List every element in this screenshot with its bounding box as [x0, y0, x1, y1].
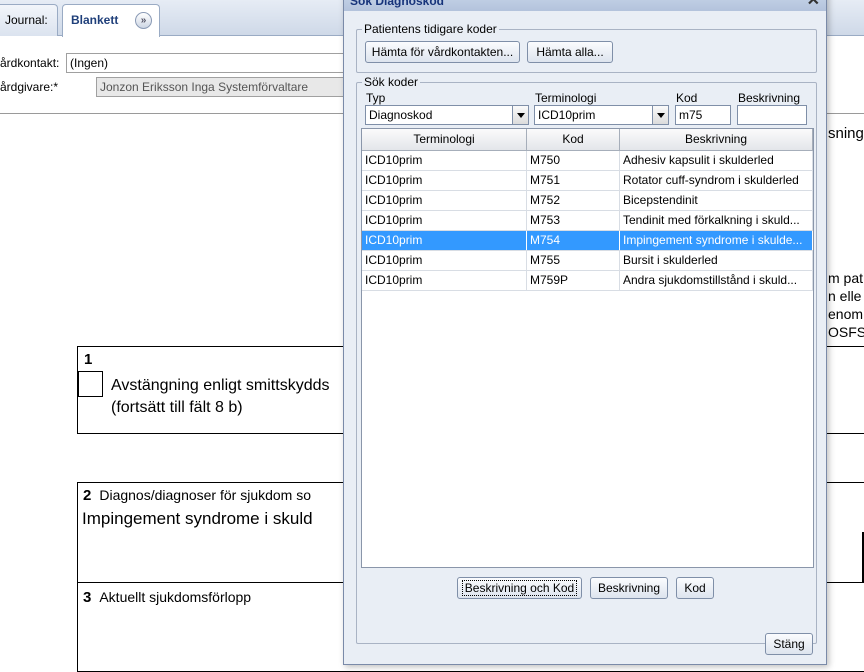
table-row[interactable]: ICD10prim M752 Bicepstendinit [362, 191, 813, 211]
cell-beskrivning: Adhesiv kapsulit i skulderled [620, 151, 813, 170]
vardkontakt-field[interactable]: (Ingen) [66, 53, 366, 73]
right-text-fragment: m pat [828, 270, 864, 286]
section-number: 1 [84, 351, 93, 368]
close-icon[interactable]: ✕ [807, 0, 820, 9]
vardgivare-field: Jonzon Eriksson Inga Systemförvaltare [96, 77, 356, 97]
column-header-terminologi[interactable]: Terminologi [362, 129, 527, 150]
table-row[interactable]: ICD10prim M754 Impingement syndrome i skul… [362, 231, 813, 251]
hamta-alla-button[interactable]: Hämta alla... [527, 41, 613, 63]
cell-terminologi: ICD10prim [362, 231, 527, 250]
tab-blankett[interactable]: Blankett » [62, 4, 160, 37]
kod-button[interactable]: Kod [676, 577, 714, 599]
cell-beskrivning: Bursit i skulderled [620, 251, 813, 270]
cell-terminologi: ICD10prim [362, 211, 527, 230]
cell-terminologi: ICD10prim [362, 151, 527, 170]
section-1-line1: Avstängning enligt smittskydds [111, 377, 330, 394]
group-legend: Sök koder [362, 75, 421, 89]
right-text-fragment: enom [828, 306, 864, 322]
section-number: 3 [83, 589, 92, 606]
table-row[interactable]: ICD10prim M751 Rotator cuff-syndrom i skul… [362, 171, 813, 191]
typ-select[interactable]: Diagnoskod [365, 105, 529, 125]
cell-kod: M754 [527, 231, 620, 250]
cell-terminologi: ICD10prim [362, 171, 527, 190]
cell-kod: M755 [527, 251, 620, 270]
cell-terminologi: ICD10prim [362, 271, 527, 290]
sok-diagnoskod-dialog: Sök Diagnoskod ✕ Patientens tidigare kod… [343, 0, 827, 665]
table-row[interactable]: ICD10prim M755 Bursit i skulderled [362, 251, 813, 271]
avstangning-checkbox[interactable] [78, 371, 103, 397]
cell-terminologi: ICD10prim [362, 191, 527, 210]
table-row[interactable]: ICD10prim M759P Andra sjukdomstillstånd i … [362, 271, 813, 291]
cell-beskrivning: Tendinit med förkalkning i skuld... [620, 211, 813, 230]
cell-beskrivning: Bicepstendinit [620, 191, 813, 210]
double-chevron-icon[interactable]: » [135, 12, 152, 29]
right-text-fragment: n elle [828, 288, 862, 304]
chevron-down-icon[interactable] [652, 106, 668, 124]
vardgivare-label: årdgivare:* [0, 80, 59, 94]
tab-blankett-label: Blankett [71, 13, 119, 27]
group-legend: Patientens tidigare koder [362, 22, 499, 36]
table-row[interactable]: ICD10prim M753 Tendinit med förkalkning i … [362, 211, 813, 231]
grid-header: Terminologi Kod Beskrivning [362, 129, 813, 151]
typ-select-value: Diagnoskod [369, 108, 433, 122]
chevron-down-icon[interactable] [512, 106, 528, 124]
cell-kod: M750 [527, 151, 620, 170]
tab-journal[interactable]: Journal: [0, 4, 58, 36]
beskrivning-button[interactable]: Beskrivning [590, 577, 668, 599]
dialog-title-bar: Sök Diagnoskod ✕ [344, 0, 826, 11]
column-header-beskrivning[interactable]: Beskrivning [620, 129, 813, 150]
section-1-text: Avstängning enligt smittskydds (fortsätt… [111, 375, 329, 419]
vardkontakt-label: årdkontakt: [0, 56, 60, 70]
terminologi-label: Terminologi [535, 91, 597, 105]
cell-beskrivning: Rotator cuff-syndrom i skulderled [620, 171, 813, 190]
stang-button[interactable]: Stäng [765, 633, 813, 655]
section-3-label: Aktuellt sjukdomsförlopp [99, 589, 252, 605]
cell-kod: M751 [527, 171, 620, 190]
right-text-fragment: OSFS [828, 324, 864, 340]
beskrivning-och-kod-button[interactable]: Beskrivning och Kod [457, 577, 582, 599]
cell-kod: M753 [527, 211, 620, 230]
section-1-line2: (fortsätt till fält 8 b) [111, 399, 243, 416]
cell-kod: M752 [527, 191, 620, 210]
kod-input[interactable]: m75 [675, 105, 731, 125]
cell-kod: M759P [527, 271, 620, 290]
table-row[interactable]: ICD10prim M750 Adhesiv kapsulit i skulderl… [362, 151, 813, 171]
kod-label: Kod [676, 91, 698, 105]
section-3-heading: 3 Aktuellt sjukdomsförlopp [83, 589, 251, 606]
beskrivning-label: Beskrivning [738, 91, 801, 105]
sok-koder-group: Sök koder Typ Diagnoskod Terminologi ICD… [356, 75, 817, 644]
cell-beskrivning: Impingement syndrome i skulde... [620, 231, 813, 250]
section-number: 2 [83, 487, 92, 504]
hamta-vardkontakt-button[interactable]: Hämta för vårdkontakten... [365, 41, 520, 63]
cell-beskrivning: Andra sjukdomstillstånd i skuld... [620, 271, 813, 290]
column-header-kod[interactable]: Kod [527, 129, 620, 150]
dialog-title: Sök Diagnoskod [350, 0, 445, 8]
results-grid: Terminologi Kod Beskrivning ICD10prim M75… [361, 128, 814, 568]
section-2-label: Diagnos/diagnoser för sjukdom so [99, 487, 312, 503]
button-label: Beskrivning och Kod [461, 580, 578, 596]
typ-label: Typ [366, 91, 386, 105]
beskrivning-input[interactable] [737, 105, 807, 125]
terminologi-select[interactable]: ICD10prim [534, 105, 669, 125]
cell-terminologi: ICD10prim [362, 251, 527, 270]
section-2-heading: 2 Diagnos/diagnoser för sjukdom so [83, 487, 311, 504]
diagnos-value[interactable]: Impingement syndrome i skuld [82, 509, 313, 529]
tab-journal-label: Journal: [5, 13, 48, 27]
right-text-fragment: sning [828, 125, 864, 142]
tidigare-koder-group: Patientens tidigare koder Hämta för vård… [356, 22, 817, 73]
terminologi-select-value: ICD10prim [538, 108, 596, 122]
